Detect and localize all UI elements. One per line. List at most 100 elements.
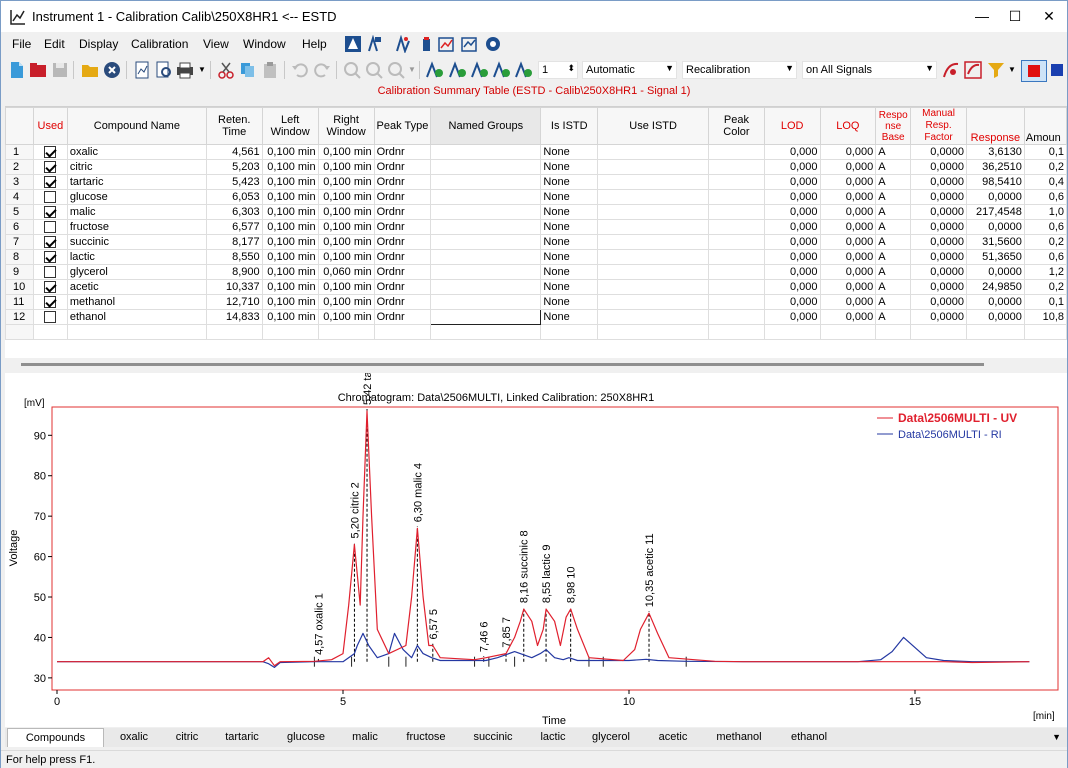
peak-color-cell[interactable]: [708, 279, 765, 295]
is-istd-cell[interactable]: None: [540, 159, 599, 175]
checkbox[interactable]: [44, 265, 57, 278]
retention-time-cell[interactable]: 8,177: [205, 234, 263, 250]
right-window-cell[interactable]: 0,060 min: [317, 264, 375, 280]
response-base-cell[interactable]: A: [875, 309, 912, 325]
peak-color-cell[interactable]: [708, 159, 765, 175]
header-left-window[interactable]: Left Window: [261, 107, 319, 145]
menu-file[interactable]: File: [12, 37, 31, 51]
new-file-icon[interactable]: [8, 61, 26, 79]
named-groups-cell[interactable]: [430, 204, 542, 220]
zoom-icon[interactable]: [387, 61, 405, 79]
used-checkbox[interactable]: [32, 174, 68, 190]
lod-cell[interactable]: 0,000: [763, 309, 821, 325]
checkbox[interactable]: [44, 295, 57, 308]
peak-color-cell[interactable]: [708, 144, 765, 160]
use-istd-cell[interactable]: [597, 189, 710, 205]
loq-cell[interactable]: 0,000: [819, 144, 877, 160]
add-peaks-all-icon[interactable]: [493, 61, 511, 79]
use-istd-cell[interactable]: [597, 144, 710, 160]
left-window-cell[interactable]: [261, 324, 319, 340]
tab-glucose[interactable]: glucose: [275, 728, 337, 747]
compound-name-cell[interactable]: oxalic: [66, 144, 207, 160]
is-istd-cell[interactable]: None: [540, 174, 599, 190]
lod-cell[interactable]: 0,000: [763, 189, 821, 205]
amount-cell[interactable]: 0,2: [1023, 234, 1067, 250]
row-number[interactable]: 6: [5, 219, 34, 235]
retention-time-cell[interactable]: 6,303: [205, 204, 263, 220]
response-cell[interactable]: 0,0000: [965, 264, 1025, 280]
peak-tools-icon[interactable]: [345, 36, 361, 52]
calibration-mode-select[interactable]: Automatic ▼: [582, 61, 677, 79]
peak-type-cell[interactable]: Ordnr: [373, 159, 432, 175]
open-folder-icon[interactable]: [81, 61, 99, 79]
filter-icon[interactable]: [987, 61, 1005, 79]
lod-cell[interactable]: 0,000: [763, 279, 821, 295]
header-lod[interactable]: LOD: [763, 107, 821, 145]
peak-color-cell[interactable]: [708, 264, 765, 280]
manual-resp-factor-cell[interactable]: 0,0000: [910, 279, 967, 295]
checkbox[interactable]: [44, 220, 57, 233]
spinner-arrows-icon[interactable]: ⬍: [567, 63, 575, 74]
zoom-out-icon[interactable]: [365, 61, 383, 79]
peak-type-cell[interactable]: Ordnr: [373, 204, 432, 220]
use-istd-cell[interactable]: [597, 159, 710, 175]
table-row[interactable]: 11 methanol 12,710 0,100 min 0,100 min Ordnr N…: [5, 294, 1067, 310]
peak-label[interactable]: 8,16 succinic 8: [519, 530, 531, 603]
peak-color-cell[interactable]: [708, 174, 765, 190]
right-window-cell[interactable]: 0,100 min: [317, 249, 375, 265]
left-window-cell[interactable]: 0,100 min: [261, 204, 319, 220]
loq-cell[interactable]: 0,000: [819, 174, 877, 190]
retention-time-cell[interactable]: 14,833: [205, 309, 263, 325]
response-base-cell[interactable]: A: [875, 234, 912, 250]
row-number[interactable]: 4: [5, 189, 34, 205]
compound-name-cell[interactable]: [66, 324, 207, 340]
undo-icon[interactable]: [291, 61, 309, 79]
amount-cell[interactable]: [1023, 324, 1067, 340]
lod-cell[interactable]: 0,000: [763, 174, 821, 190]
response-cell[interactable]: 0,0000: [965, 189, 1025, 205]
print-dropdown-arrow-icon[interactable]: ▼: [198, 65, 206, 74]
zoom-dropdown-arrow-icon[interactable]: ▼: [408, 65, 416, 74]
lod-cell[interactable]: 0,000: [763, 249, 821, 265]
lod-cell[interactable]: 0,000: [763, 234, 821, 250]
left-window-cell[interactable]: 0,100 min: [261, 159, 319, 175]
named-groups-cell[interactable]: [430, 324, 542, 340]
table-row[interactable]: 3 tartaric 5,423 0,100 min 0,100 min Ordnr Non…: [5, 174, 1067, 190]
tabs-dropdown-arrow-icon[interactable]: ▼: [1052, 732, 1061, 742]
manual-resp-factor-cell[interactable]: [910, 324, 967, 340]
is-istd-cell[interactable]: None: [540, 294, 599, 310]
named-groups-cell[interactable]: [430, 174, 542, 190]
menu-help[interactable]: Help: [302, 37, 327, 51]
lod-cell[interactable]: 0,000: [763, 144, 821, 160]
table-row[interactable]: 7 succinic 8,177 0,100 min 0,100 min Ordnr Non…: [5, 234, 1067, 250]
peak-label[interactable]: 5,42 tartaric 3: [362, 338, 374, 405]
peak-label[interactable]: 5,20 citric 2: [349, 482, 361, 538]
loq-cell[interactable]: 0,000: [819, 204, 877, 220]
row-number[interactable]: 12: [5, 309, 34, 325]
lod-cell[interactable]: 0,000: [763, 294, 821, 310]
table-row[interactable]: 6 fructose 6,577 0,100 min 0,100 min Ordnr Non…: [5, 219, 1067, 235]
response-cell[interactable]: 3,6130: [965, 144, 1025, 160]
use-istd-cell[interactable]: [597, 324, 710, 340]
row-number[interactable]: 11: [5, 294, 34, 310]
response-base-cell[interactable]: A: [875, 174, 912, 190]
used-checkbox[interactable]: [32, 309, 68, 325]
is-istd-cell[interactable]: None: [540, 279, 599, 295]
amount-cell[interactable]: 0,1: [1023, 144, 1067, 160]
right-window-cell[interactable]: 0,100 min: [317, 294, 375, 310]
manual-resp-factor-cell[interactable]: 0,0000: [910, 234, 967, 250]
table-row[interactable]: 9 glycerol 8,900 0,100 min 0,060 min Ordnr Non…: [5, 264, 1067, 280]
loq-cell[interactable]: 0,000: [819, 189, 877, 205]
left-window-cell[interactable]: 0,100 min: [261, 249, 319, 265]
named-groups-cell[interactable]: [430, 249, 542, 265]
compound-name-cell[interactable]: succinic: [66, 234, 207, 250]
tab-lactic[interactable]: lactic: [529, 728, 577, 747]
manual-resp-factor-cell[interactable]: 0,0000: [910, 159, 967, 175]
paste-icon[interactable]: [261, 61, 279, 79]
retention-time-cell[interactable]: 4,561: [205, 144, 263, 160]
calibration-curve-icon[interactable]: [942, 61, 960, 79]
tab-succinic[interactable]: succinic: [463, 728, 523, 747]
peak-type-cell[interactable]: Ordnr: [373, 234, 432, 250]
compound-name-cell[interactable]: lactic: [66, 249, 207, 265]
compound-name-cell[interactable]: ethanol: [66, 309, 207, 325]
